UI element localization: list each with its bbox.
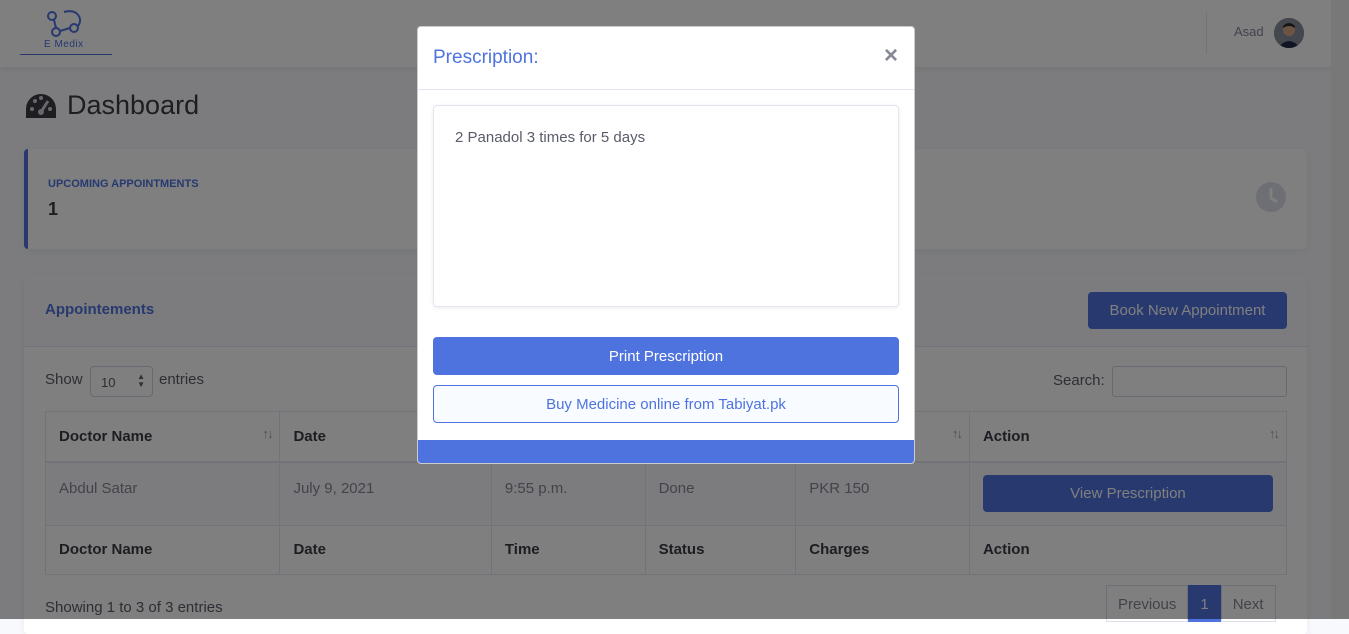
prescription-box: 2 Panadol 3 times for 5 days xyxy=(433,105,899,307)
prescription-modal: Prescription: × 2 Panadol 3 times for 5 … xyxy=(417,26,915,464)
modal-title: Prescription: xyxy=(433,47,539,68)
modal-footer-bar xyxy=(418,440,914,463)
prescription-text: 2 Panadol 3 times for 5 days xyxy=(455,129,646,146)
print-prescription-button[interactable]: Print Prescription xyxy=(433,337,899,375)
close-icon[interactable]: × xyxy=(884,42,898,70)
modal-header: Prescription: × xyxy=(418,27,914,90)
buy-medicine-button[interactable]: Buy Medicine online from Tabiyat.pk xyxy=(433,385,899,423)
